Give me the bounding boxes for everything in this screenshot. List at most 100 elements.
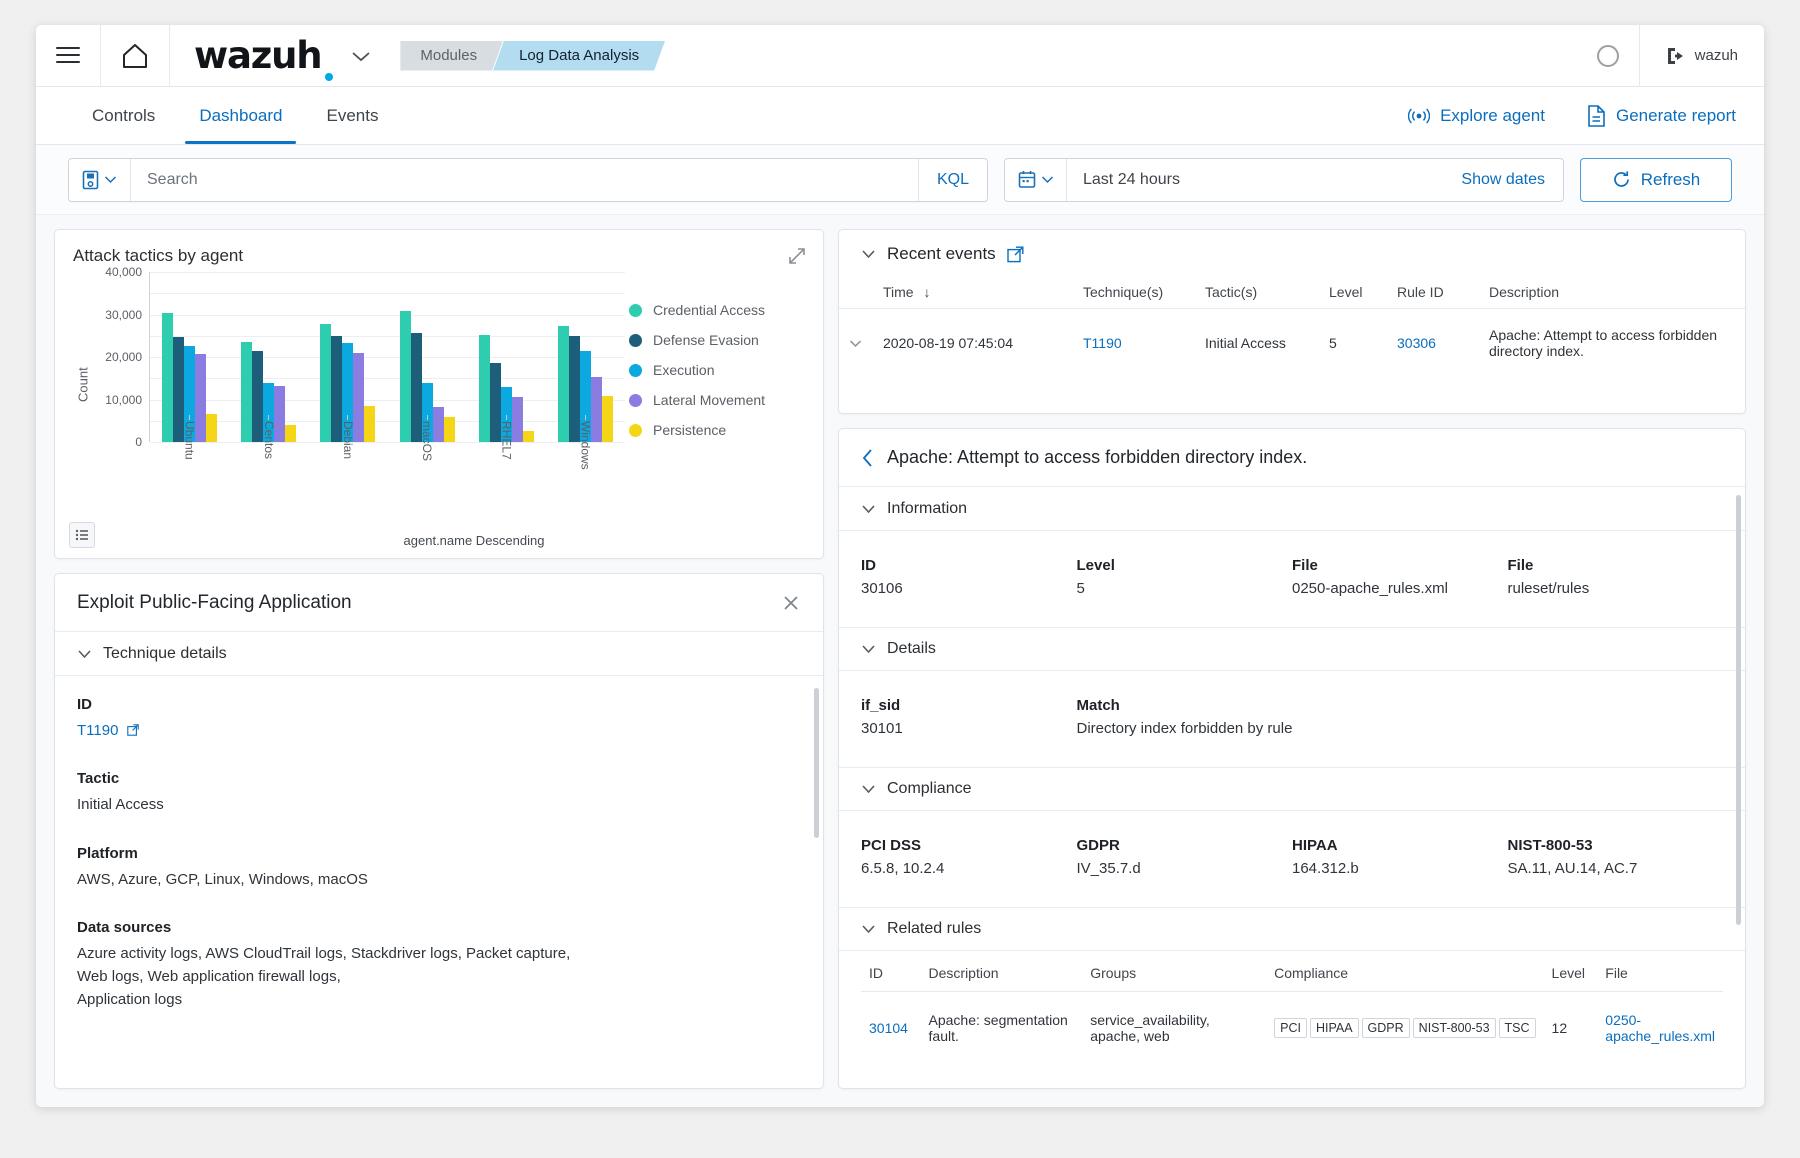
compliance-chip[interactable]: PCI bbox=[1274, 1018, 1307, 1038]
scrollbar-thumb[interactable] bbox=[814, 688, 819, 838]
col-rule-id[interactable]: Rule ID bbox=[1387, 276, 1479, 309]
plot-canvas: Ubuntu Centos Debian macOS RHEL7 Windows bbox=[149, 272, 625, 470]
user-menu[interactable]: wazuh bbox=[1640, 25, 1764, 86]
legend-item[interactable]: Credential Access bbox=[629, 302, 805, 318]
col-level[interactable]: Level bbox=[1319, 276, 1387, 309]
field-value[interactable]: 164.312.b bbox=[1292, 860, 1508, 877]
date-range-value[interactable]: Last 24 hours bbox=[1067, 171, 1443, 189]
table-row[interactable]: 2020-08-19 07:45:04 T1190 Initial Access… bbox=[839, 309, 1745, 378]
chevron-down-icon bbox=[1041, 175, 1054, 184]
cell-time: 2020-08-19 07:45:04 bbox=[883, 335, 1013, 351]
compliance-chip[interactable]: NIST-800-53 bbox=[1412, 1018, 1496, 1038]
show-dates-button[interactable]: Show dates bbox=[1443, 171, 1563, 189]
legend-item[interactable]: Lateral Movement bbox=[629, 392, 805, 408]
rr-cell-file[interactable]: 0250-apache_rules.xml bbox=[1597, 992, 1723, 1065]
technique-details-section-header[interactable]: Technique details bbox=[55, 632, 823, 676]
col-time[interactable]: Time ↓ bbox=[873, 276, 1073, 309]
technique-id-link[interactable]: T1190 bbox=[77, 722, 118, 739]
compliance-section-header[interactable]: Compliance bbox=[839, 767, 1745, 811]
chevron-down-icon[interactable] bbox=[350, 49, 372, 63]
rr-cell-description: Apache: segmentation fault. bbox=[928, 1012, 1068, 1044]
rr-cell-groups: service_availability, apache, web bbox=[1090, 1012, 1210, 1044]
rr-tbody: 30104 Apache: segmentation fault. servic… bbox=[861, 992, 1723, 1065]
field-tactic: Tactic Initial Access bbox=[77, 770, 801, 816]
document-icon bbox=[1587, 104, 1606, 127]
field-value[interactable]: ruleset/rules bbox=[1508, 580, 1724, 597]
search-container: Search KQL bbox=[68, 157, 988, 202]
recent-events-header[interactable]: Recent events bbox=[839, 244, 1745, 276]
recent-events-panel: Recent events Time ↓ Technique(s) Tactic… bbox=[838, 229, 1746, 414]
query-language-button[interactable]: KQL bbox=[917, 158, 987, 201]
rr-col-file[interactable]: File bbox=[1597, 955, 1723, 992]
field-value: Directory index forbidden by rule bbox=[1076, 720, 1293, 737]
refresh-button[interactable]: Refresh bbox=[1580, 157, 1732, 202]
chevron-down-icon bbox=[861, 784, 876, 794]
breadcrumb-log-data-analysis[interactable]: Log Data Analysis bbox=[493, 41, 665, 71]
information-section-header[interactable]: Information bbox=[839, 487, 1745, 531]
cell-description: Apache: Attempt to access forbidden dire… bbox=[1489, 327, 1718, 359]
related-rule-id-link: 30104 bbox=[869, 1020, 908, 1036]
row-expand-button[interactable] bbox=[839, 309, 873, 378]
rr-cell-id[interactable]: 30104 bbox=[861, 992, 921, 1065]
table-row[interactable]: 30104 Apache: segmentation fault. servic… bbox=[861, 992, 1723, 1065]
field-value[interactable]: 0250-apache_rules.xml bbox=[1292, 580, 1508, 597]
cell-level: 5 bbox=[1329, 335, 1337, 351]
saved-query-button[interactable] bbox=[69, 158, 131, 201]
chevron-down-icon bbox=[861, 249, 876, 259]
menu-button[interactable] bbox=[36, 25, 101, 86]
field-value[interactable]: 5 bbox=[1077, 580, 1293, 597]
compliance-chip[interactable]: TSC bbox=[1498, 1018, 1536, 1038]
breadcrumb-modules[interactable]: Modules bbox=[400, 41, 503, 71]
field-rule-level: Level 5 bbox=[1077, 557, 1293, 597]
section-label: Information bbox=[887, 499, 968, 517]
legend-item[interactable]: Persistence bbox=[629, 422, 805, 438]
external-link-icon[interactable] bbox=[1006, 246, 1024, 263]
field-value[interactable]: 6.5.8, 10.2.4 bbox=[861, 860, 1077, 877]
details-section-header[interactable]: Details bbox=[839, 627, 1745, 671]
legend-item[interactable]: Execution bbox=[629, 362, 805, 378]
compliance-chip[interactable]: GDPR bbox=[1361, 1018, 1410, 1038]
cell-techniques[interactable]: T1190 bbox=[1073, 309, 1195, 378]
home-button[interactable] bbox=[101, 25, 170, 86]
field-value[interactable]: SA.11, AU.14, AC.7 bbox=[1508, 860, 1724, 877]
x-label-cell: Centos bbox=[229, 415, 308, 470]
x-label-cell: RHEL7 bbox=[467, 415, 546, 470]
field-label: File bbox=[1507, 557, 1534, 574]
tab-dashboard[interactable]: Dashboard bbox=[177, 87, 304, 144]
col-time-label: Time bbox=[883, 284, 914, 300]
scrollbar-thumb[interactable] bbox=[1736, 495, 1741, 925]
rr-col-groups[interactable]: Groups bbox=[1082, 955, 1267, 992]
expand-icon[interactable] bbox=[787, 246, 807, 266]
external-link-icon[interactable] bbox=[126, 724, 139, 736]
rr-col-compliance[interactable]: Compliance bbox=[1266, 955, 1544, 992]
field-value[interactable]: IV_35.7.d bbox=[1077, 860, 1293, 877]
field-label: File bbox=[1292, 557, 1318, 574]
generate-report-button[interactable]: Generate report bbox=[1587, 104, 1736, 127]
expand-col bbox=[839, 276, 873, 309]
explore-agent-button[interactable]: Explore agent bbox=[1408, 106, 1545, 126]
y-tick-label: 20,000 bbox=[105, 350, 142, 364]
rr-col-level[interactable]: Level bbox=[1543, 955, 1598, 992]
home-icon bbox=[121, 43, 149, 69]
search-input[interactable]: Search bbox=[131, 171, 918, 189]
col-tactics[interactable]: Tactic(s) bbox=[1195, 276, 1319, 309]
close-icon[interactable] bbox=[781, 593, 801, 613]
compliance-fields: PCI DSS 6.5.8, 10.2.4 GDPR IV_35.7.d HIP… bbox=[839, 811, 1745, 907]
chevron-left-icon[interactable] bbox=[861, 448, 874, 468]
rr-col-id[interactable]: ID bbox=[861, 955, 921, 992]
brand-logo[interactable]: wazuh bbox=[170, 25, 386, 86]
col-techniques[interactable]: Technique(s) bbox=[1073, 276, 1195, 309]
compliance-chip[interactable]: HIPAA bbox=[1309, 1018, 1359, 1038]
tab-controls[interactable]: Controls bbox=[70, 87, 177, 144]
saved-query-icon bbox=[82, 170, 99, 190]
rr-col-description[interactable]: Description bbox=[920, 955, 1083, 992]
legend-color-dot bbox=[629, 423, 642, 437]
tab-events[interactable]: Events bbox=[304, 87, 400, 144]
col-description[interactable]: Description bbox=[1479, 276, 1745, 309]
list-view-icon[interactable] bbox=[69, 522, 95, 548]
cell-rule-id[interactable]: 30306 bbox=[1387, 309, 1479, 378]
related-rules-section-header[interactable]: Related rules bbox=[839, 907, 1745, 951]
date-quick-select-button[interactable] bbox=[1005, 158, 1067, 201]
legend-item[interactable]: Defense Evasion bbox=[629, 332, 805, 348]
status-button[interactable] bbox=[1577, 25, 1640, 86]
